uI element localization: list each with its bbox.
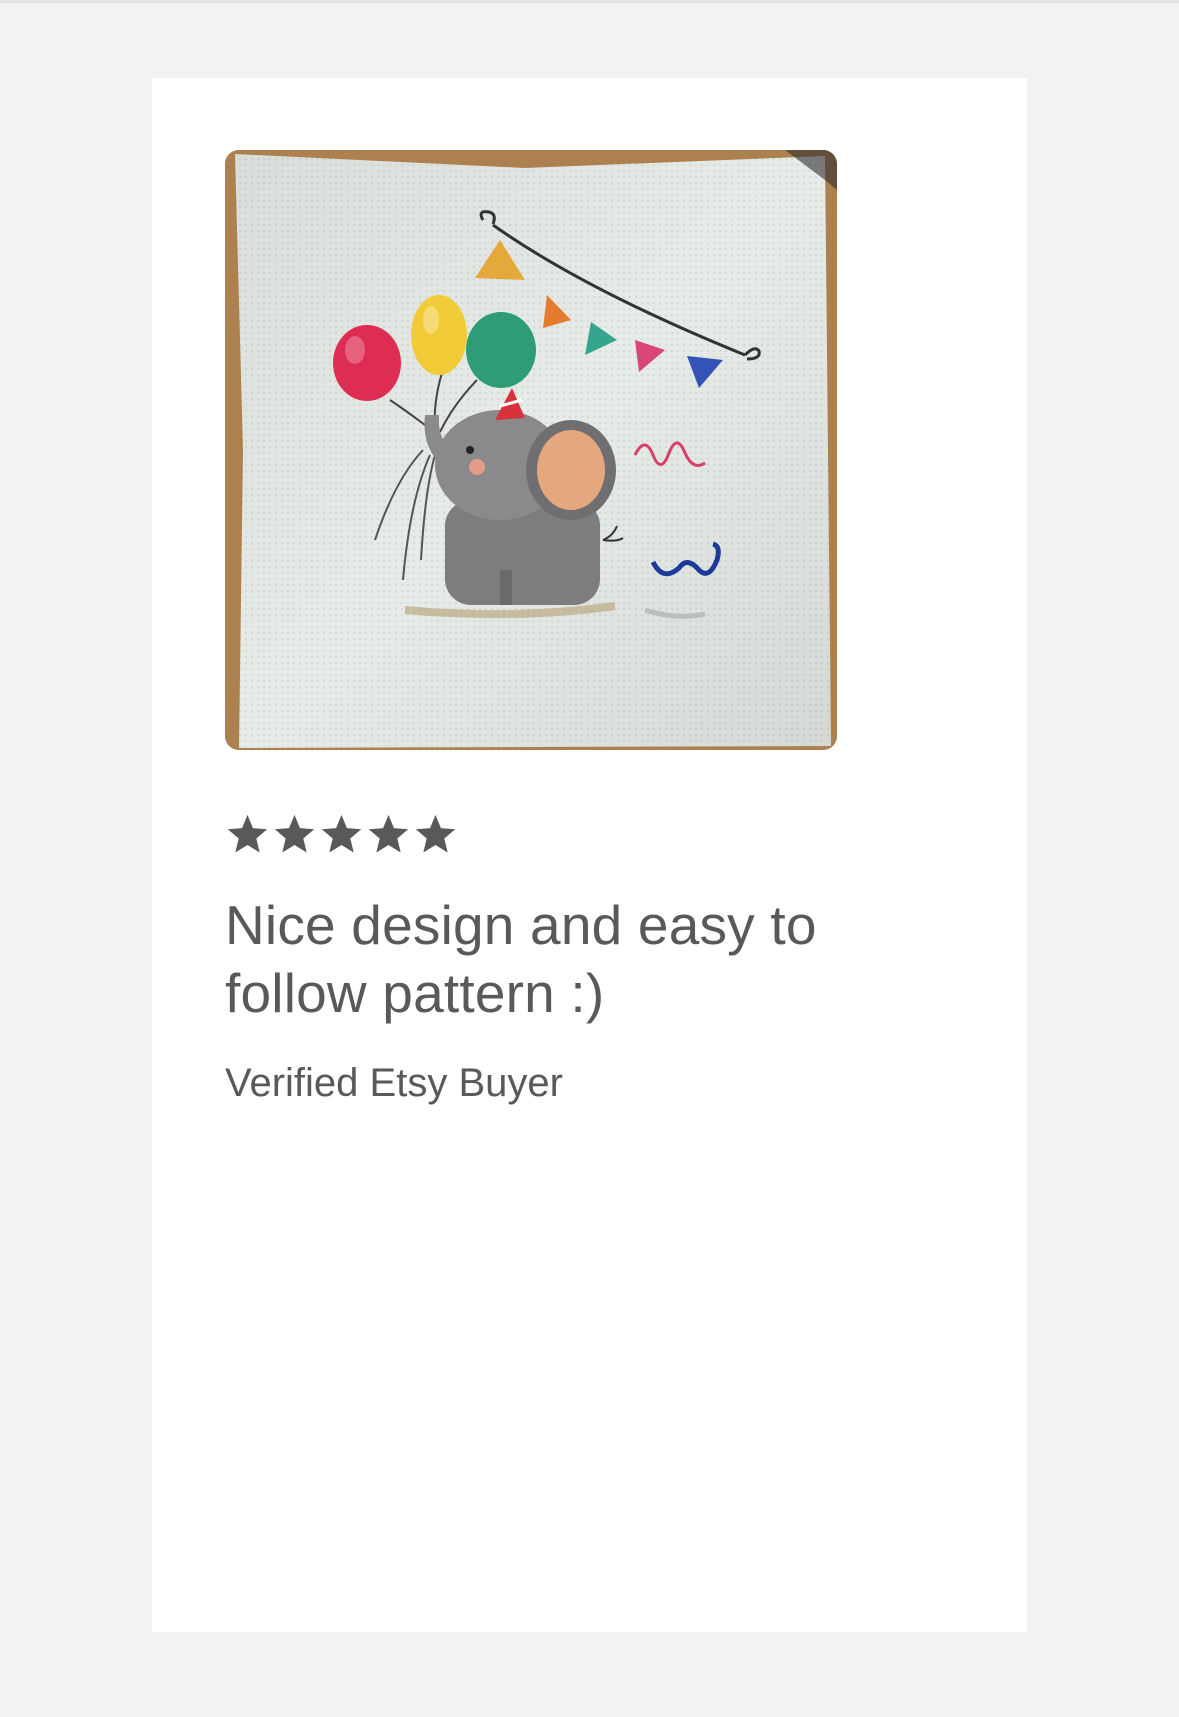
star-rating	[225, 812, 458, 858]
cross-stitch-image	[225, 150, 837, 750]
top-divider	[0, 0, 1179, 3]
review-card: Nice design and easy to follow pattern :…	[152, 78, 1027, 1632]
star-icon	[274, 814, 315, 853]
review-title: Nice design and easy to follow pattern :…	[225, 894, 817, 1024]
star-icon	[227, 814, 268, 853]
star-icon	[321, 814, 362, 853]
reviewer-name: Verified Etsy Buyer	[225, 1061, 563, 1105]
star-icon	[368, 814, 409, 853]
review-photo[interactable]	[225, 150, 837, 750]
star-icon	[415, 814, 456, 853]
